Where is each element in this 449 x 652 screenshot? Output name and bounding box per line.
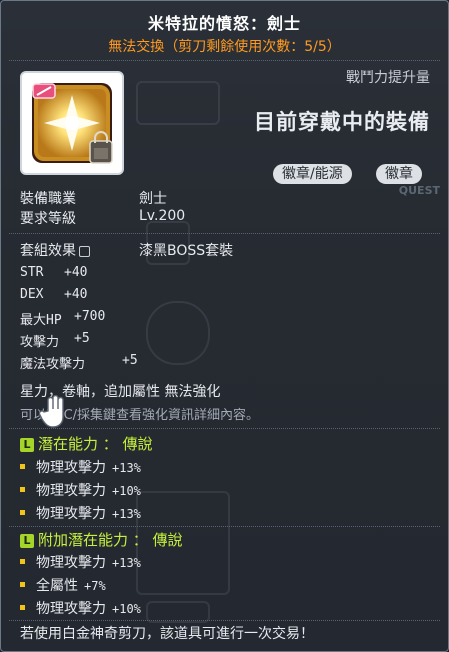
- trade-footer-note: 若使用白金神奇剪刀，該道具可進行一次交易！: [20, 626, 314, 642]
- power-increase-label: 戰鬥力提升量: [346, 70, 430, 86]
- potential-header: L 潛在能力 ： 傳說: [20, 433, 153, 454]
- stat-value: +5: [122, 353, 138, 368]
- level-value: Lv.200: [139, 208, 186, 224]
- quest-watermark: QUEST: [398, 184, 440, 197]
- bullet-icon: [20, 559, 25, 564]
- legendary-badge-icon: L: [20, 438, 34, 452]
- stat-value: +700: [74, 309, 106, 324]
- legendary-badge-icon: L: [20, 534, 34, 548]
- item-tooltip: 米特拉的憤怒：劍士 無法交換（剪刀剩餘使用次數：5/5） 戰鬥力提升量 目前穿戴…: [0, 0, 449, 652]
- set-effect-label: 套組效果: [20, 243, 76, 259]
- additional-potential-line: 物理攻擊力 +13%: [20, 552, 141, 572]
- tag-badge-energy: 徽章/能源: [273, 164, 352, 184]
- badge-emblem-icon: [32, 83, 113, 164]
- potential-title: 潛在能力 ： 傳說: [38, 435, 153, 453]
- bullet-icon: [20, 605, 25, 610]
- stat-name: 攻擊力: [20, 335, 60, 350]
- item-icon-frame: [20, 71, 124, 175]
- stat-value: +40: [64, 265, 88, 280]
- stat-value: +40: [64, 287, 88, 302]
- stat-name: 魔法攻擊力: [20, 357, 86, 372]
- additional-potential-line: 物理攻擊力 +10%: [20, 598, 141, 618]
- tag-badge: 徽章: [376, 164, 422, 184]
- divider: [9, 60, 440, 61]
- additional-potential-title: 附加潛在能力 ： 傳說: [38, 531, 183, 549]
- ghost-background: [126, 71, 356, 641]
- potential-line: 物理攻擊力 +10%: [20, 480, 141, 500]
- level-label: 要求等級: [20, 211, 76, 227]
- bullet-icon: [20, 582, 25, 587]
- additional-potential-header: L 附加潛在能力 ： 傳說: [20, 529, 183, 550]
- stat-name: 最大HP: [20, 313, 62, 328]
- stat-name: DEX: [20, 287, 44, 302]
- divider: [9, 620, 440, 621]
- bullet-icon: [20, 510, 25, 515]
- bullet-icon: [20, 464, 25, 469]
- divider: [9, 428, 440, 429]
- job-label: 裝備職業: [20, 191, 76, 207]
- stat-name: STR: [20, 265, 44, 280]
- potential-line: 物理攻擊力 +13%: [20, 457, 141, 477]
- current-equip-label: 目前穿戴中的裝備: [254, 110, 430, 134]
- divider: [9, 233, 440, 234]
- item-name: 米特拉的憤怒：劍士: [147, 14, 301, 33]
- lock-icon: [79, 245, 90, 257]
- additional-potential-line: 全屬性 +7%: [20, 575, 106, 595]
- stat-value: +5: [74, 331, 90, 346]
- potential-line: 物理攻擊力 +13%: [20, 503, 141, 523]
- set-effect-row: 套組效果: [20, 240, 90, 260]
- bullet-icon: [20, 487, 25, 492]
- job-value: 劍士: [139, 191, 167, 207]
- divider: [9, 526, 440, 527]
- trade-status: 無法交換（剪刀剩餘使用次數：5/5）: [108, 39, 341, 55]
- hand-cursor-icon: [39, 395, 64, 428]
- set-effect-value: 漆黑BOSS套裝: [139, 243, 234, 259]
